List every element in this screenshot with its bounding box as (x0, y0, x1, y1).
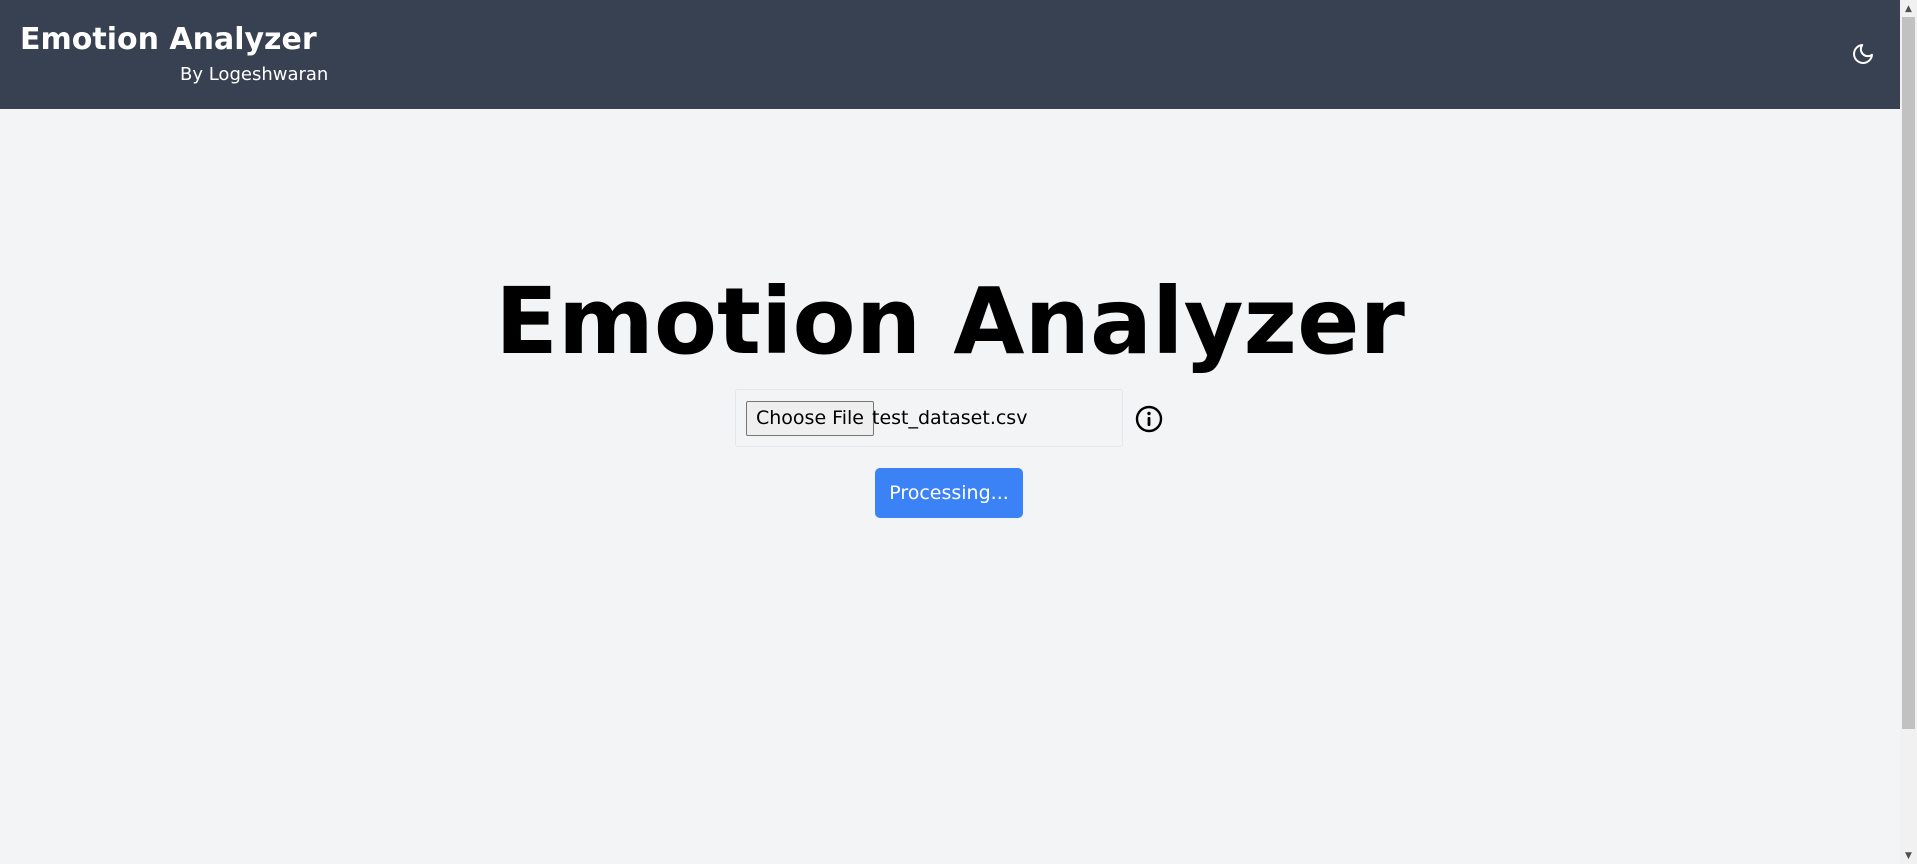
app-page: Emotion Analyzer By Logeshwaran Emotion … (0, 0, 1917, 864)
scroll-up-arrow-icon[interactable]: ▲ (1900, 0, 1917, 17)
choose-file-button[interactable]: Choose File (746, 401, 874, 436)
info-icon[interactable] (1134, 404, 1164, 434)
page-heading: Emotion Analyzer (495, 268, 1405, 375)
vertical-scrollbar[interactable]: ▲ ▼ (1900, 0, 1917, 864)
moon-icon (1853, 44, 1873, 64)
theme-toggle-button[interactable] (1849, 40, 1877, 68)
info-circle-icon (1135, 405, 1163, 433)
process-button[interactable]: Processing... (875, 468, 1023, 518)
file-input[interactable]: Choose File test_dataset.csv (735, 389, 1123, 447)
top-navbar: Emotion Analyzer By Logeshwaran (0, 0, 1900, 109)
scrollbar-thumb[interactable] (1902, 17, 1915, 729)
app-title: Emotion Analyzer (20, 22, 317, 57)
scroll-down-arrow-icon[interactable]: ▼ (1900, 847, 1917, 864)
selected-file-name: test_dataset.csv (872, 407, 1028, 429)
app-author: By Logeshwaran (180, 64, 329, 85)
